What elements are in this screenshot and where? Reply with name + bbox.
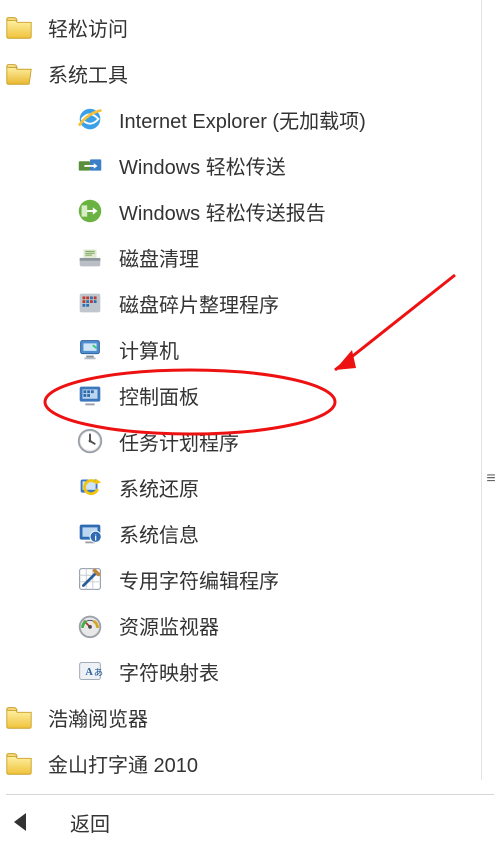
separator — [6, 794, 494, 795]
task-scheduler-icon — [75, 426, 105, 456]
app-label: 计算机 — [119, 335, 179, 364]
svg-text:i: i — [94, 533, 96, 543]
computer-icon — [75, 334, 105, 364]
app-label: 磁盘碎片整理程序 — [119, 289, 279, 318]
back-arrow-icon — [14, 813, 26, 831]
app-control-panel[interactable]: 控制面板 — [0, 372, 500, 418]
resource-monitor-icon — [75, 610, 105, 640]
app-task-scheduler[interactable]: 任务计划程序 — [0, 418, 500, 464]
app-label: 专用字符编辑程序 — [119, 565, 279, 594]
app-computer[interactable]: 计算机 — [0, 326, 500, 372]
disk-cleanup-icon — [75, 242, 105, 272]
app-system-info[interactable]: i 系统信息 — [0, 510, 500, 556]
svg-text:A: A — [85, 667, 93, 678]
app-label: Windows 轻松传送报告 — [119, 197, 326, 226]
folder-icon — [4, 702, 34, 732]
folder-icon — [4, 748, 34, 778]
folder-label: 系统工具 — [48, 59, 128, 88]
folder-haohan-browser[interactable]: 浩瀚阅览器 — [0, 694, 500, 740]
scrollbar[interactable] — [481, 0, 500, 780]
folder-label: 金山打字通 2010 — [48, 749, 198, 778]
svg-text:あ: あ — [94, 668, 103, 679]
system-restore-icon — [75, 472, 105, 502]
scroll-grip-icon: ≡ — [484, 470, 498, 494]
control-panel-icon — [75, 380, 105, 410]
folder-jinshan-typing[interactable]: 金山打字通 2010 — [0, 740, 500, 786]
app-label: Internet Explorer (无加载项) — [119, 105, 366, 134]
app-defrag[interactable]: 磁盘碎片整理程序 — [0, 280, 500, 326]
system-info-icon: i — [75, 518, 105, 548]
app-label: 资源监视器 — [119, 611, 219, 640]
app-label: 系统还原 — [119, 473, 199, 502]
folder-open-icon — [4, 58, 34, 88]
app-resource-monitor[interactable]: 资源监视器 — [0, 602, 500, 648]
defrag-icon — [75, 288, 105, 318]
app-label: 任务计划程序 — [119, 427, 239, 456]
app-easy-transfer[interactable]: Windows 轻松传送 — [0, 142, 500, 188]
app-label: 字符映射表 — [119, 657, 219, 686]
easy-transfer-report-icon — [75, 196, 105, 226]
folder-label: 浩瀚阅览器 — [48, 703, 148, 732]
char-editor-icon — [75, 564, 105, 594]
folder-label: 轻松访问 — [48, 13, 128, 42]
easy-transfer-icon — [75, 150, 105, 180]
app-easy-transfer-report[interactable]: Windows 轻松传送报告 — [0, 188, 500, 234]
app-system-restore[interactable]: 系统还原 — [0, 464, 500, 510]
folder-easy-access[interactable]: 轻松访问 — [0, 4, 500, 50]
back-label: 返回 — [70, 808, 110, 837]
app-label: 系统信息 — [119, 519, 199, 548]
app-label: Windows 轻松传送 — [119, 151, 286, 180]
app-label: 磁盘清理 — [119, 243, 199, 272]
app-char-map[interactable]: Aあ 字符映射表 — [0, 648, 500, 694]
char-map-icon: Aあ — [75, 656, 105, 686]
app-ie-noaddons[interactable]: Internet Explorer (无加载项) — [0, 96, 500, 142]
folder-icon — [4, 12, 34, 42]
ie-icon — [75, 104, 105, 134]
app-disk-cleanup[interactable]: 磁盘清理 — [0, 234, 500, 280]
app-char-editor[interactable]: 专用字符编辑程序 — [0, 556, 500, 602]
back-button[interactable]: 返回 — [0, 799, 500, 845]
start-menu-programs: 轻松访问 系统工具 Internet Explorer (无加载项) Windo… — [0, 0, 500, 845]
folder-system-tools[interactable]: 系统工具 — [0, 50, 500, 96]
app-label: 控制面板 — [119, 381, 199, 410]
